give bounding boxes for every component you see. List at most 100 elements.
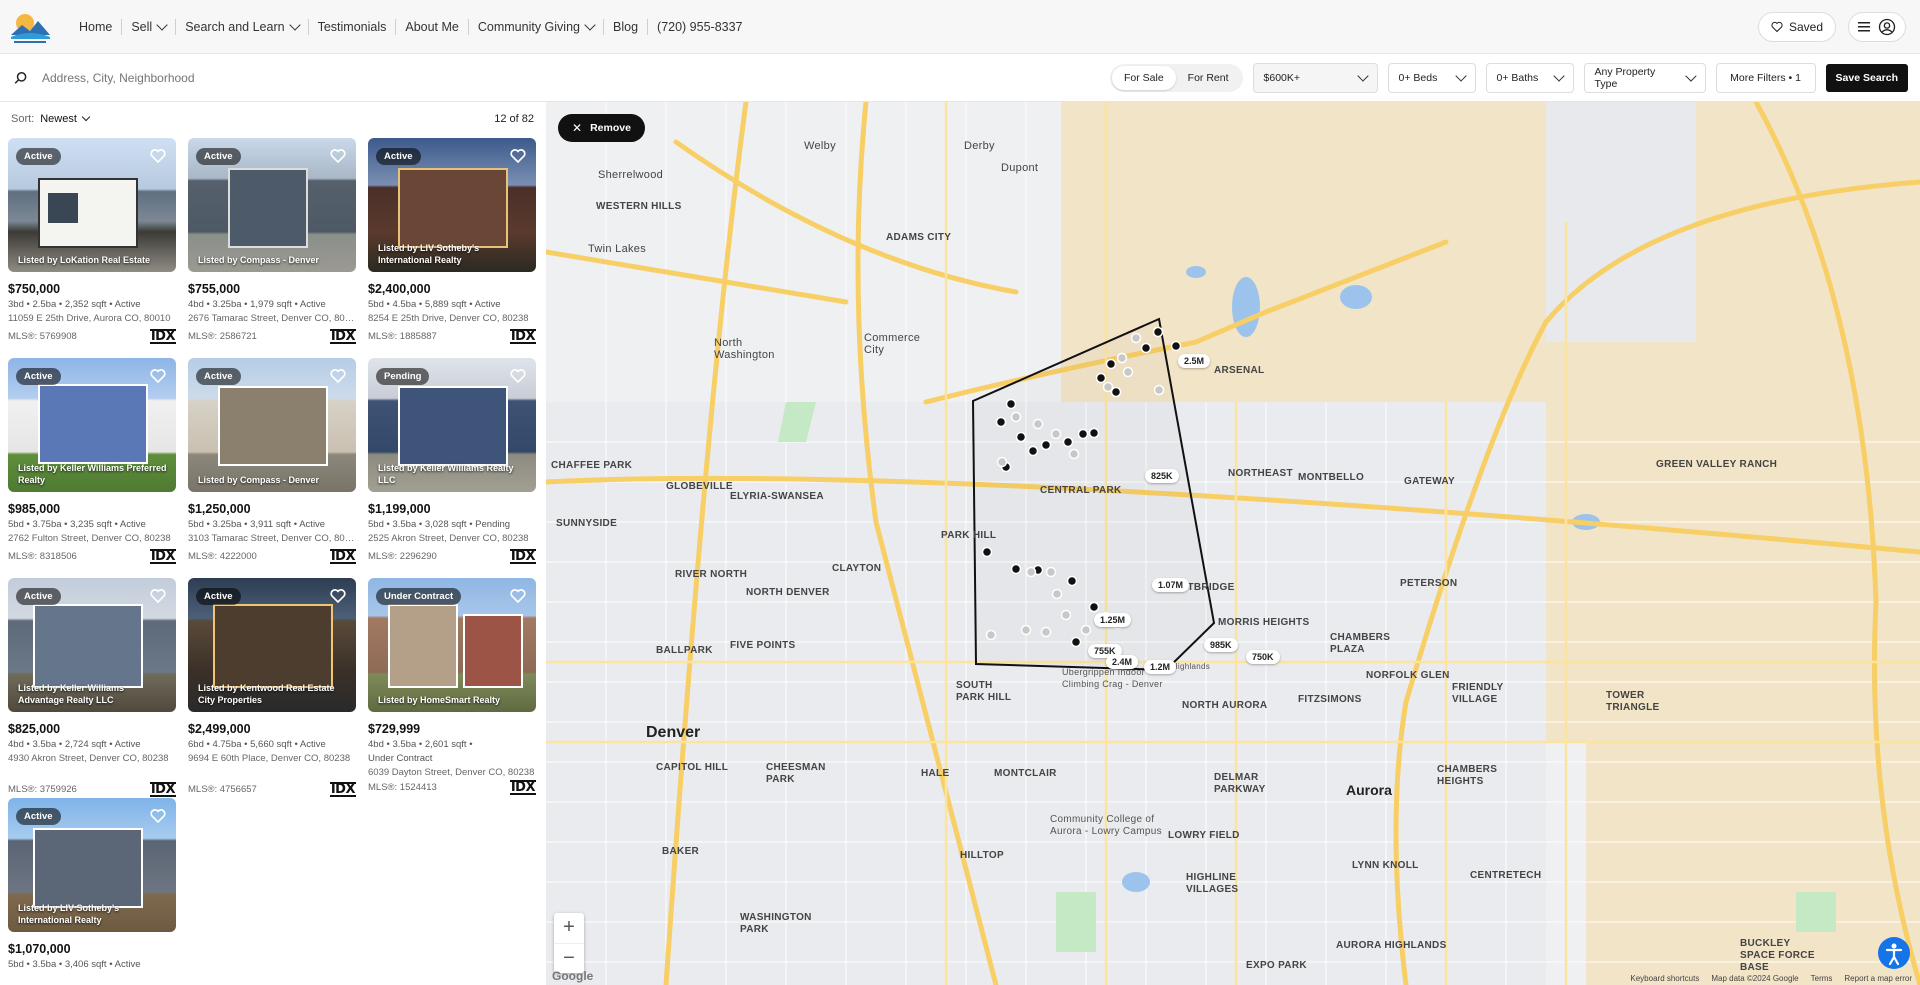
listing-specs: 3bd • 2.5ba • 2,352 sqft • Active <box>8 299 141 310</box>
favorite-heart-icon[interactable] <box>510 588 526 604</box>
map-label: HALE <box>921 768 950 779</box>
baths-filter-dropdown[interactable]: 0+ Baths <box>1485 63 1574 93</box>
listing-photo[interactable]: Active Listed by LoKation Real Estate <box>8 138 176 272</box>
listing-card[interactable]: Active Listed by Keller Williams Preferr… <box>8 358 176 578</box>
remove-draw-button[interactable]: ✕ Remove <box>558 114 645 142</box>
status-badge: Active <box>376 148 421 165</box>
favorite-heart-icon[interactable] <box>510 148 526 164</box>
mls-number: MLS®: 4756657 <box>188 784 257 795</box>
nav-community-giving[interactable]: Community Giving <box>469 0 603 54</box>
map-label: GREEN VALLEY RANCH <box>1656 459 1778 470</box>
listing-card[interactable]: Pending Listed by Keller Williams Realty… <box>368 358 536 578</box>
listing-card[interactable]: Under Contract Listed by HomeSmart Realt… <box>368 578 536 798</box>
tab-for-rent[interactable]: For Rent <box>1176 66 1241 90</box>
house-illustration <box>388 604 458 688</box>
listing-photo[interactable]: Active Listed by Keller Williams Preferr… <box>8 358 176 492</box>
map-poi-label: Community College of Aurora - Lowry Camp… <box>1050 814 1162 837</box>
close-icon: ✕ <box>572 121 583 135</box>
nav-sell[interactable]: Sell <box>122 0 175 54</box>
report-map-error-link[interactable]: Report a map error <box>1844 974 1912 983</box>
listing-card[interactable]: Active Listed by Compass - Denver $1,250… <box>188 358 356 578</box>
status-badge: Under Contract <box>376 588 462 605</box>
price-pin[interactable]: 825K <box>1145 469 1179 483</box>
nav-search-and-learn[interactable]: Search and Learn <box>176 0 307 54</box>
chevron-down-icon <box>1454 70 1467 82</box>
favorite-heart-icon[interactable] <box>330 148 346 164</box>
nav-testimonials[interactable]: Testimonials <box>309 0 396 54</box>
price-pin[interactable]: 1.2M <box>1144 660 1177 674</box>
listing-card[interactable]: Active Listed by Keller Williams Advanta… <box>8 578 176 798</box>
listing-price: $1,199,000 <box>368 502 431 516</box>
beds-filter-dropdown[interactable]: 0+ Beds <box>1387 63 1476 93</box>
listing-brokerage: Listed by Keller Williams Advantage Real… <box>18 683 124 705</box>
listing-card[interactable]: Active Listed by LoKation Real Estate $7… <box>8 138 176 358</box>
listing-card[interactable]: Active Listed by LIV Sotheby's Internati… <box>368 138 536 358</box>
keyboard-shortcuts-link[interactable]: Keyboard shortcuts <box>1630 974 1699 983</box>
map-label: BALLPARK <box>656 645 713 656</box>
sort-dropdown[interactable]: Sort: Newest <box>11 112 91 125</box>
favorite-heart-icon[interactable] <box>150 588 166 604</box>
chevron-down-icon <box>1356 70 1369 82</box>
map-label: CAPITOL HILL <box>656 762 729 773</box>
listing-photo[interactable]: Active Listed by LIV Sotheby's Internati… <box>8 798 176 932</box>
listing-photo[interactable]: Active Listed by LIV Sotheby's Internati… <box>368 138 536 272</box>
listing-photo[interactable]: Under Contract Listed by HomeSmart Realt… <box>368 578 536 712</box>
map-view[interactable]: Welby Derby Dupont Sherrelwood WESTERN H… <box>546 102 1920 985</box>
listing-address: 4930 Akron Street, Denver CO, 80238 <box>8 753 169 764</box>
terms-link[interactable]: Terms <box>1811 974 1833 983</box>
price-pin[interactable]: 2.5M <box>1178 354 1211 368</box>
favorite-heart-icon[interactable] <box>150 368 166 384</box>
listing-photo[interactable]: Active Listed by Compass - Denver <box>188 138 356 272</box>
listings-panel: Sort: Newest 12 of 82 Active Listed by L… <box>0 102 546 985</box>
chevron-down-icon <box>156 18 168 31</box>
zoom-in-button[interactable]: + <box>554 913 584 943</box>
price-pin[interactable]: 1.07M <box>1152 578 1190 592</box>
listing-photo[interactable]: Active Listed by Compass - Denver <box>188 358 356 492</box>
account-menu-button[interactable] <box>1848 12 1906 42</box>
price-pin[interactable]: 985K <box>1204 638 1238 652</box>
map-label: CHAMBERS PLAZA <box>1330 632 1391 655</box>
listing-photo[interactable]: Active Listed by Kentwood Real Estate Ci… <box>188 578 356 712</box>
nav-blog[interactable]: Blog <box>604 0 647 54</box>
map-label: AURORA HIGHLANDS <box>1336 940 1447 951</box>
favorite-heart-icon[interactable] <box>150 808 166 824</box>
favorite-heart-icon[interactable] <box>150 148 166 164</box>
map-label: FITZSIMONS <box>1298 694 1362 705</box>
price-filter-dropdown[interactable]: $600K+ <box>1252 63 1378 93</box>
location-search-input[interactable] <box>42 70 542 85</box>
favorite-heart-icon[interactable] <box>330 588 346 604</box>
listing-photo[interactable]: Active Listed by Keller Williams Advanta… <box>8 578 176 712</box>
property-type-dropdown[interactable]: Any Property Type <box>1583 63 1706 93</box>
saved-button[interactable]: Saved <box>1757 12 1836 42</box>
nav-home-label: Home <box>79 19 113 34</box>
nav-about-me[interactable]: About Me <box>396 0 468 54</box>
listing-card[interactable]: Active Listed by Kentwood Real Estate Ci… <box>188 578 356 798</box>
nav-phone-link[interactable]: (720) 955-8337 <box>648 0 751 54</box>
user-avatar-icon <box>1878 18 1896 36</box>
favorite-heart-icon[interactable] <box>510 368 526 384</box>
listing-price: $729,999 <box>368 722 421 736</box>
favorite-heart-icon[interactable] <box>330 368 346 384</box>
nav-home[interactable]: Home <box>70 0 121 54</box>
map-canvas[interactable] <box>546 102 1920 985</box>
accessibility-button[interactable] <box>1878 937 1910 969</box>
listing-specs: 5bd • 3.5ba • 3,406 sqft • Active <box>8 959 141 970</box>
listing-photo[interactable]: Pending Listed by Keller Williams Realty… <box>368 358 536 492</box>
save-search-button[interactable]: Save Search <box>1825 64 1908 92</box>
chevron-down-icon <box>584 18 596 31</box>
more-filters-button[interactable]: More Filters • 1 <box>1715 63 1816 93</box>
house-illustration <box>228 168 308 248</box>
site-logo-icon[interactable] <box>8 7 52 47</box>
mls-row: MLS®: 1885887 IDX <box>368 329 536 344</box>
price-pin[interactable]: 2.4M <box>1106 655 1139 669</box>
listing-card[interactable]: Active Listed by Compass - Denver $755,0… <box>188 138 356 358</box>
map-label: Sherrelwood <box>598 169 664 181</box>
price-pin[interactable]: 1.25M <box>1094 613 1132 627</box>
house-illustration <box>33 828 143 908</box>
listing-brokerage: Listed by Keller Williams Realty LLC <box>378 463 514 485</box>
price-pin[interactable]: 750K <box>1246 650 1280 664</box>
listing-card[interactable]: Active Listed by LIV Sotheby's Internati… <box>8 798 176 985</box>
tab-for-sale[interactable]: For Sale <box>1111 66 1176 90</box>
map-label: NORTH DENVER <box>746 587 830 598</box>
status-badge: Active <box>16 148 61 165</box>
